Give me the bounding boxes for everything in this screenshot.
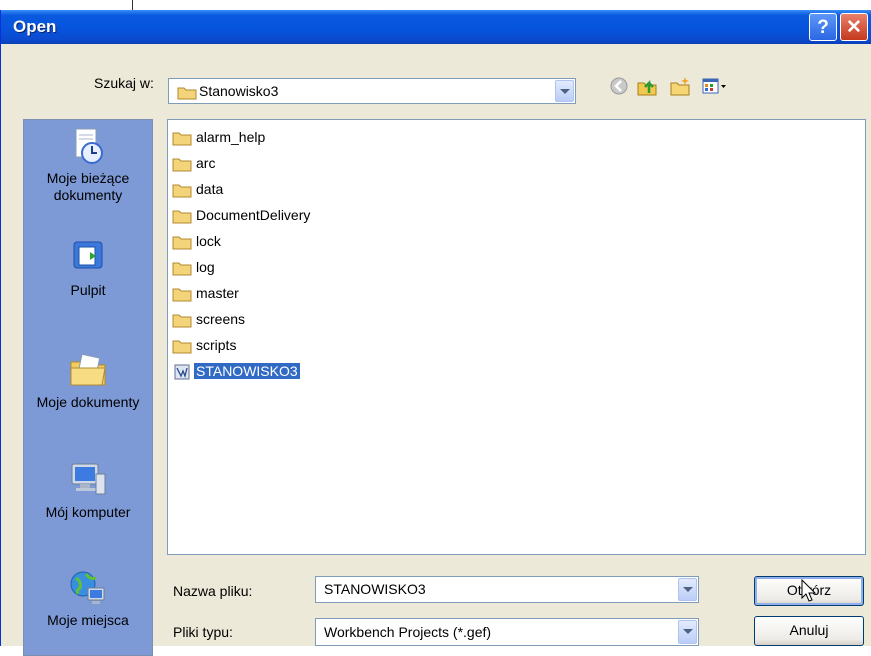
folder-icon bbox=[177, 87, 197, 100]
filetype-value: Workbench Projects (*.gef) bbox=[324, 624, 492, 640]
help-button[interactable]: ? bbox=[809, 13, 837, 41]
place-label: Moje dokumenty bbox=[36, 394, 140, 410]
filetype-select[interactable]: Workbench Projects (*.gef) bbox=[315, 618, 699, 646]
folder-icon bbox=[172, 158, 192, 172]
place-recent-documents[interactable]: Moje bieżące dokumenty bbox=[24, 126, 152, 204]
folder-icon bbox=[172, 236, 192, 250]
place-my-documents[interactable]: Moje dokumenty bbox=[24, 350, 152, 411]
filetype-label: Pliki typu: bbox=[173, 624, 233, 640]
my-documents-icon bbox=[70, 353, 106, 386]
file-name: arc bbox=[196, 155, 216, 171]
network-places-icon bbox=[70, 571, 105, 604]
file-name: screens bbox=[196, 311, 246, 327]
desktop-strip bbox=[0, 0, 871, 10]
help-icon: ? bbox=[817, 17, 829, 38]
mouse-cursor-icon bbox=[801, 579, 817, 602]
look-in-value: Stanowisko3 bbox=[199, 83, 279, 99]
chevron-down-icon[interactable] bbox=[678, 578, 697, 601]
place-label: Pulpit bbox=[70, 282, 106, 298]
my-computer-icon bbox=[71, 463, 106, 495]
file-name: log bbox=[196, 259, 215, 275]
file-name: DocumentDelivery bbox=[196, 207, 311, 223]
file-name: data bbox=[196, 181, 224, 197]
folder-icon bbox=[172, 262, 192, 276]
background-line bbox=[132, 0, 133, 10]
close-icon: ✕ bbox=[846, 17, 862, 38]
up-folder-icon[interactable] bbox=[636, 75, 658, 97]
file-name: STANOWISKO3 bbox=[194, 363, 300, 379]
look-in-label: Szukaj w: bbox=[94, 75, 154, 91]
desktop-icon bbox=[73, 241, 103, 269]
back-icon[interactable] bbox=[608, 75, 630, 97]
folder-icon bbox=[172, 210, 192, 224]
place-label: Mój komputer bbox=[45, 504, 131, 520]
place-network[interactable]: Moje miejsca bbox=[24, 568, 152, 629]
look-in-combo[interactable]: Stanowisko3 bbox=[168, 78, 576, 104]
views-menu-icon[interactable] bbox=[701, 75, 729, 97]
close-button[interactable]: ✕ bbox=[840, 13, 868, 41]
project-file-icon bbox=[174, 364, 190, 380]
chevron-down-icon[interactable] bbox=[555, 80, 574, 102]
filename-combo[interactable]: STANOWISKO3 bbox=[315, 576, 699, 603]
file-name: alarm_help bbox=[196, 129, 266, 145]
title-bar[interactable]: Open ? ✕ bbox=[1, 10, 871, 44]
folder-icon bbox=[172, 314, 192, 328]
new-folder-icon[interactable] bbox=[669, 75, 691, 97]
places-bar: Moje bieżące dokumenty Pulpit Moje dokum… bbox=[23, 119, 153, 656]
file-name: scripts bbox=[196, 337, 237, 353]
place-my-computer[interactable]: Mój komputer bbox=[24, 460, 152, 521]
file-list[interactable]: alarm_help arc data DocumentDelivery loc… bbox=[167, 119, 866, 555]
recent-documents-icon bbox=[75, 128, 103, 164]
place-label: Moje bieżące dokumenty bbox=[46, 170, 130, 203]
place-desktop[interactable]: Pulpit bbox=[24, 238, 152, 299]
folder-icon bbox=[172, 132, 192, 146]
filename-label: Nazwa pliku: bbox=[173, 583, 253, 599]
cancel-button[interactable]: Anuluj bbox=[754, 616, 864, 646]
folder-icon bbox=[172, 340, 192, 354]
place-label: Moje miejsca bbox=[47, 612, 129, 628]
file-name: lock bbox=[196, 233, 221, 249]
file-name: master bbox=[196, 285, 239, 301]
filename-input[interactable]: STANOWISKO3 bbox=[324, 581, 426, 597]
chevron-down-icon[interactable] bbox=[678, 620, 697, 644]
folder-icon bbox=[172, 288, 192, 302]
open-dialog: Open ? ✕ Szukaj w: Stanowisko3 Moje bież… bbox=[0, 10, 871, 656]
dialog-title: Open bbox=[13, 17, 57, 36]
folder-icon bbox=[172, 184, 192, 198]
